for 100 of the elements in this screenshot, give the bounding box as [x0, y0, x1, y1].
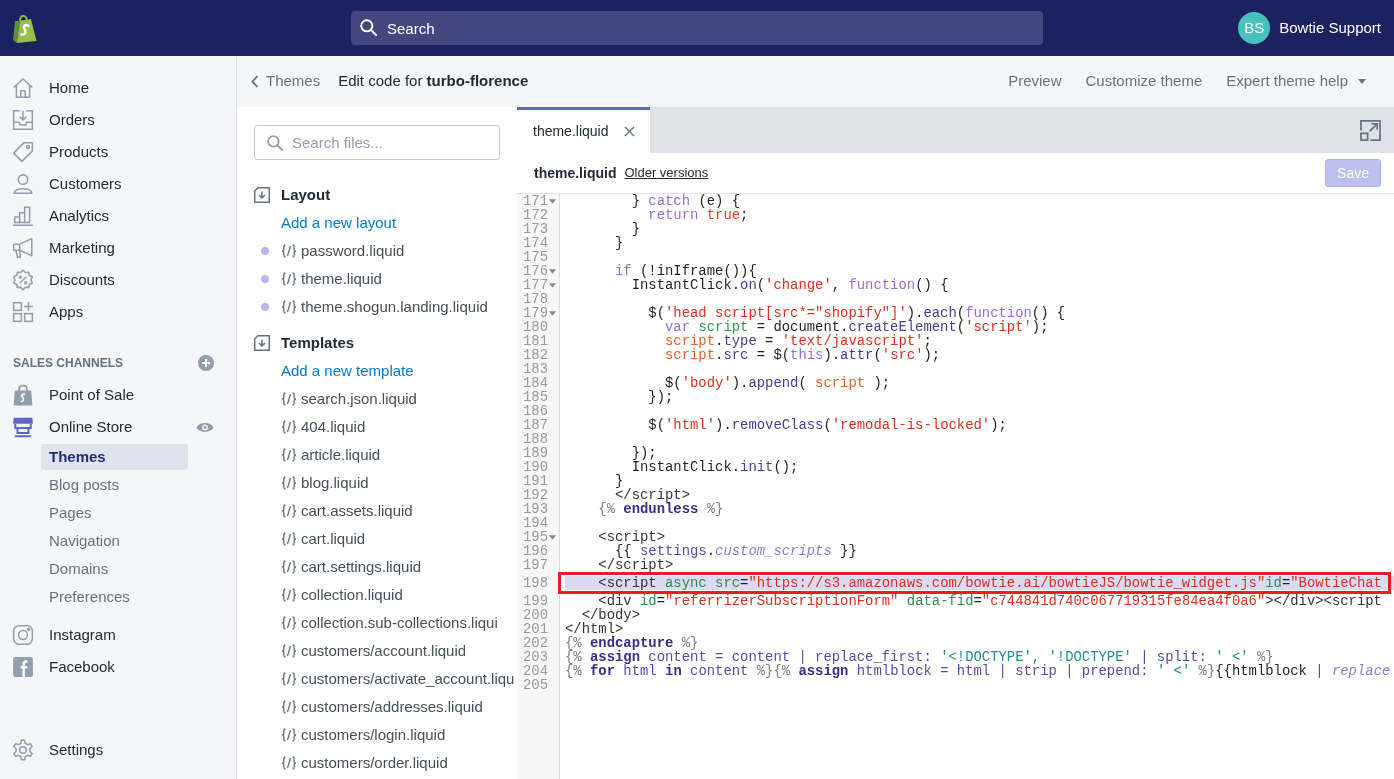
nav-subitem[interactable]: Themes	[41, 444, 188, 470]
add-file-link[interactable]: Add a new layout	[281, 211, 397, 235]
bag-logo[interactable]	[12, 13, 38, 43]
close-icon[interactable]	[623, 126, 635, 137]
line-number: 198	[523, 576, 548, 590]
code-braces-icon	[281, 644, 297, 658]
code-line: var script = document.createElement('script');	[665, 319, 1049, 335]
code-braces-icon	[281, 392, 297, 406]
line-number: 171	[523, 194, 548, 208]
code-line: {% assign content = content | replace_first: '<!DOCTYPE', '!DOCTYPE' | split: ' <' %}	[565, 649, 1274, 665]
file-link[interactable]: article.liquid	[281, 443, 381, 467]
code-line: </script>	[598, 557, 674, 573]
code-braces-icon	[281, 616, 297, 630]
header-link[interactable]: Customize theme	[1085, 70, 1203, 93]
file-link[interactable]: search.json.liquid	[281, 387, 417, 411]
code-braces-icon	[281, 476, 297, 490]
code-line: {% for html in content %}{% assign htmlblock = html | strip | prepend: ' <' %}{{htmlblock | replace	[565, 663, 1391, 679]
code-line: }	[615, 235, 624, 251]
file-link[interactable]: customers/activate_account.liqu	[281, 667, 515, 691]
add-file-link[interactable]: Add a new template	[281, 359, 414, 383]
fold-arrow-icon[interactable]	[549, 268, 556, 274]
account-name[interactable]: Bowtie Support	[1279, 16, 1381, 40]
file-link[interactable]: blog.liquid	[281, 471, 369, 495]
download-box-icon	[254, 335, 270, 351]
file-link[interactable]: cart.assets.liquid	[281, 499, 413, 523]
file-link[interactable]: collection.liquid	[281, 583, 403, 607]
code-braces-icon	[281, 588, 297, 602]
nav-item[interactable]: Marketing	[0, 232, 115, 264]
file-link[interactable]: 404.liquid	[281, 415, 366, 439]
plus-circle-icon[interactable]	[198, 355, 214, 371]
nav-subitem[interactable]: Preferences	[49, 584, 130, 610]
line-number: 173	[523, 222, 548, 236]
section-heading: Templates	[281, 332, 355, 353]
nav-item[interactable]: Analytics	[0, 200, 110, 232]
code-braces-icon	[281, 560, 297, 574]
code-braces-icon	[281, 300, 297, 314]
eye-icon[interactable]	[196, 420, 214, 434]
nav-item[interactable]: Apps	[0, 296, 84, 328]
file-link[interactable]: theme.liquid	[281, 267, 382, 291]
file-link[interactable]: customers/login.liquid	[281, 723, 446, 747]
code-line: <div id="referrizerSubscriptionForm" data-fid="c744841d740c067719315fe84ea4f0a6"></div><script	[598, 593, 1382, 609]
header-link[interactable]: Preview	[1008, 70, 1062, 93]
back-link[interactable]: Themes	[251, 70, 321, 93]
line-number: 203	[523, 650, 548, 664]
fold-arrow-icon[interactable]	[549, 198, 556, 204]
nav-item[interactable]: Customers	[0, 168, 122, 200]
line-number: 194	[523, 516, 548, 530]
fold-arrow-icon[interactable]	[549, 534, 556, 540]
nav-item[interactable]: Discounts	[0, 264, 115, 296]
expand-icon[interactable]	[1360, 119, 1381, 141]
older-versions-link[interactable]: Older versions	[624, 163, 709, 183]
line-number: 205	[523, 678, 548, 692]
search-field[interactable]: Search	[351, 11, 1043, 45]
line-number: 179	[523, 306, 548, 320]
file-link[interactable]: collection.sub-collections.liqui	[281, 611, 498, 635]
code-line: {% endunless %}	[598, 501, 724, 517]
nav-item[interactable]: Home	[0, 72, 89, 104]
code-braces-icon	[281, 672, 297, 686]
code-line: </body>	[581, 607, 641, 623]
nav-item[interactable]: Settings	[0, 734, 104, 766]
code-line: script.type = 'text/javascript';	[665, 333, 932, 349]
nav-item[interactable]: Online Store	[0, 411, 133, 443]
fold-arrow-icon[interactable]	[549, 310, 556, 316]
line-number: 199	[523, 594, 548, 608]
nav-item[interactable]: Point of Sale	[0, 379, 135, 411]
line-number: 174	[523, 236, 548, 250]
code-line: });	[631, 445, 657, 461]
nav-item[interactable]: Instagram	[0, 619, 116, 651]
page-title: Edit code for turbo-florence	[338, 71, 529, 92]
code-braces-icon	[281, 756, 297, 770]
letter-f-square-icon	[12, 656, 34, 678]
file-link[interactable]: cart.settings.liquid	[281, 555, 422, 579]
code-line: return true;	[648, 207, 749, 223]
file-link[interactable]: cart.liquid	[281, 527, 366, 551]
nav-item[interactable]: Facebook	[0, 651, 115, 683]
nav-item[interactable]: Products	[0, 136, 109, 168]
shopping-bag-icon	[12, 384, 34, 406]
nav-subitem[interactable]: Pages	[49, 500, 92, 526]
storefront-icon	[12, 416, 34, 438]
code-line: {% endcapture %}	[565, 635, 699, 651]
line-number: 200	[523, 608, 548, 622]
nav-subitem[interactable]: Navigation	[49, 528, 120, 554]
file-search-field[interactable]: Search files...	[254, 125, 500, 160]
code-braces-icon	[281, 700, 297, 714]
file-link[interactable]: theme.shogun.landing.liquid	[281, 295, 488, 319]
editor-tab[interactable]: theme.liquid	[517, 107, 650, 153]
file-link[interactable]: customers/addresses.liquid	[281, 695, 483, 719]
nav-subitem[interactable]: Domains	[49, 556, 109, 582]
file-link[interactable]: customers/account.liquid	[281, 639, 467, 663]
file-link[interactable]: password.liquid	[281, 239, 405, 263]
code-line: </html>	[565, 621, 624, 637]
file-link[interactable]: customers/order.liquid	[281, 751, 448, 775]
fold-arrow-icon[interactable]	[549, 282, 556, 288]
nav-subitem[interactable]: Blog posts	[49, 472, 120, 498]
search-icon	[360, 19, 377, 36]
code-line: });	[648, 389, 674, 405]
dropdown-link[interactable]: Expert theme help	[1226, 70, 1366, 93]
nav-item[interactable]: Orders	[0, 104, 95, 136]
code-line: $('head script[src*="shopify"]').each(function() {	[648, 305, 1066, 321]
code-line: script.src = $(this).attr('src');	[665, 347, 941, 363]
